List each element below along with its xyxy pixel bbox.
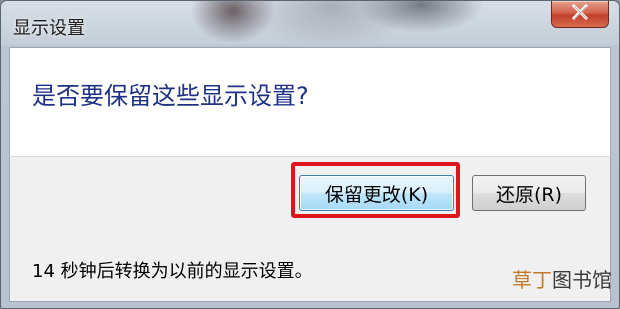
revert-button[interactable]: 还原(R) <box>472 175 586 211</box>
highlight-box <box>291 162 460 218</box>
close-button[interactable] <box>551 1 609 28</box>
close-icon <box>571 3 589 24</box>
window-title: 显示设置 <box>13 18 85 39</box>
question-text: 是否要保留这些显示设置? <box>32 82 309 110</box>
title-bar[interactable]: 显示设置 <box>1 1 619 45</box>
watermark-part2: 图书馆 <box>552 268 612 292</box>
watermark-part1: 草丁 <box>512 268 552 292</box>
display-settings-window: 显示设置 是否要保留这些显示设置? 保留更改(K) 还原(R) 14 秒钟后转换… <box>0 0 620 309</box>
dialog-content: 是否要保留这些显示设置? <box>9 47 611 156</box>
watermark: 草丁图书馆 <box>512 264 612 293</box>
countdown-text: 14 秒钟后转换为以前的显示设置。 <box>32 261 313 282</box>
